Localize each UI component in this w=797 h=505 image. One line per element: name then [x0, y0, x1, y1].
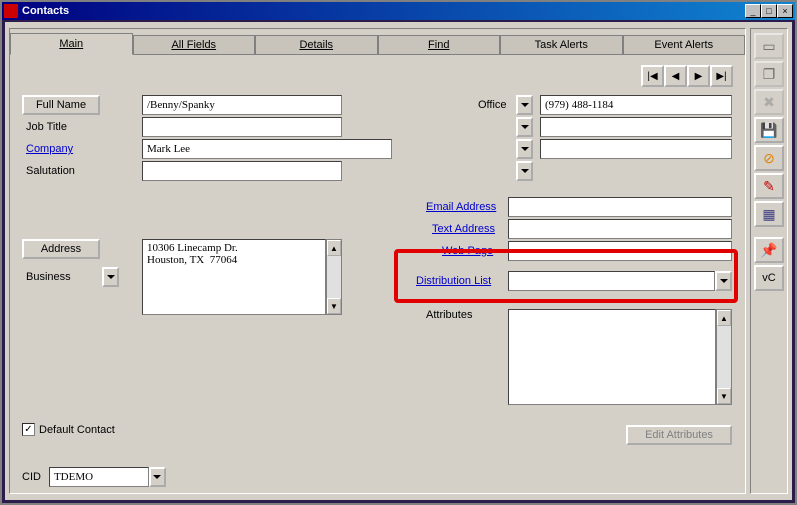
- edit-button[interactable]: ✎: [754, 173, 784, 199]
- default-contact-checkbox[interactable]: ✓ Default Contact: [22, 423, 115, 436]
- save-button[interactable]: 💾: [754, 117, 784, 143]
- x-icon: ✖: [763, 94, 775, 111]
- address-scrollbar[interactable]: ▲ ▼: [326, 239, 342, 315]
- office-label: Office: [478, 99, 507, 111]
- cid-label: CID: [22, 471, 41, 483]
- copy-record-button[interactable]: ❐: [754, 61, 784, 87]
- text-address-link[interactable]: Text Address: [432, 223, 495, 235]
- cid-dropdown[interactable]: [149, 467, 166, 487]
- window-title: Contacts: [22, 5, 745, 17]
- job-title-field[interactable]: [142, 117, 342, 137]
- first-record-button[interactable]: |◀: [641, 65, 664, 87]
- job-title-label: Job Title: [26, 121, 67, 133]
- scroll-down-icon[interactable]: ▼: [717, 388, 731, 404]
- distribution-list-field[interactable]: [508, 271, 715, 291]
- delete-record-button[interactable]: ✖: [754, 89, 784, 115]
- maximize-button[interactable]: □: [761, 4, 777, 18]
- web-page-field[interactable]: [508, 241, 732, 261]
- full-name-button[interactable]: Full Name: [22, 95, 100, 115]
- record-nav: |◀ ◀ ▶ ▶|: [641, 65, 733, 87]
- address-button[interactable]: Address: [22, 239, 100, 259]
- new-record-button[interactable]: ▭: [754, 33, 784, 59]
- tab-event-alerts[interactable]: Event Alerts: [623, 35, 746, 55]
- tab-find[interactable]: Find: [378, 35, 501, 55]
- cancel-button[interactable]: ⊘: [754, 145, 784, 171]
- next-record-button[interactable]: ▶: [687, 65, 710, 87]
- address-type-dropdown[interactable]: [102, 267, 119, 287]
- last-record-button[interactable]: ▶|: [710, 65, 733, 87]
- attributes-field[interactable]: [508, 309, 716, 405]
- phone-type-1-dropdown[interactable]: [516, 95, 533, 115]
- distribution-list-dropdown[interactable]: [715, 271, 732, 291]
- vcard-button[interactable]: vC: [754, 265, 784, 291]
- address-field[interactable]: [142, 239, 326, 315]
- email-address-link[interactable]: Email Address: [426, 201, 496, 213]
- tab-details[interactable]: Details: [255, 35, 378, 55]
- tab-panel: Main All Fields Details Find Task Alerts…: [9, 28, 746, 494]
- properties-button[interactable]: ▦: [754, 201, 784, 227]
- phone-type-4-dropdown[interactable]: [516, 161, 533, 181]
- edit-icon: ✎: [763, 178, 775, 195]
- titlebar: Contacts _ □ ×: [2, 2, 795, 20]
- attributes-label: Attributes: [426, 309, 472, 321]
- phone-1-field[interactable]: [540, 95, 732, 115]
- vcard-label: vC: [762, 272, 775, 284]
- phone-type-3-dropdown[interactable]: [516, 139, 533, 159]
- contacts-window: Contacts _ □ × Main All Fields Details F…: [0, 0, 797, 505]
- app-icon: [4, 4, 18, 18]
- web-page-link[interactable]: Web Page: [442, 245, 493, 257]
- pushpin-icon: 📌: [760, 242, 777, 259]
- properties-icon: ▦: [762, 206, 775, 223]
- checkbox-icon: ✓: [22, 423, 35, 436]
- close-button[interactable]: ×: [777, 4, 793, 18]
- text-address-field[interactable]: [508, 219, 732, 239]
- cancel-icon: ⊘: [763, 150, 775, 167]
- phone-3-field[interactable]: [540, 139, 732, 159]
- phone-type-2-dropdown[interactable]: [516, 117, 533, 137]
- company-link[interactable]: Company: [26, 143, 73, 155]
- prev-record-button[interactable]: ◀: [664, 65, 687, 87]
- scroll-up-icon[interactable]: ▲: [717, 310, 731, 326]
- copy-icon: ❐: [763, 66, 776, 83]
- scroll-up-icon[interactable]: ▲: [327, 240, 341, 256]
- tab-main[interactable]: Main: [10, 33, 133, 55]
- address-type-label: Business: [26, 271, 71, 283]
- page-icon: ▭: [762, 38, 775, 55]
- phone-2-field[interactable]: [540, 117, 732, 137]
- distribution-list-link[interactable]: Distribution List: [416, 275, 491, 287]
- scroll-down-icon[interactable]: ▼: [327, 298, 341, 314]
- company-field[interactable]: [142, 139, 392, 159]
- side-toolbar: ▭ ❐ ✖ 💾 ⊘ ✎ ▦ 📌 vC: [750, 28, 788, 494]
- tab-all-fields[interactable]: All Fields: [133, 35, 256, 55]
- attach-button[interactable]: 📌: [754, 237, 784, 263]
- cid-field[interactable]: [49, 467, 149, 487]
- minimize-button[interactable]: _: [745, 4, 761, 18]
- email-field[interactable]: [508, 197, 732, 217]
- tab-task-alerts[interactable]: Task Alerts: [500, 35, 623, 55]
- edit-attributes-button[interactable]: Edit Attributes: [626, 425, 732, 445]
- salutation-field[interactable]: [142, 161, 342, 181]
- full-name-field[interactable]: [142, 95, 342, 115]
- salutation-label: Salutation: [26, 165, 75, 177]
- tab-strip: Main All Fields Details Find Task Alerts…: [10, 33, 745, 55]
- save-icon: 💾: [760, 122, 777, 139]
- attributes-scrollbar[interactable]: ▲ ▼: [716, 309, 732, 405]
